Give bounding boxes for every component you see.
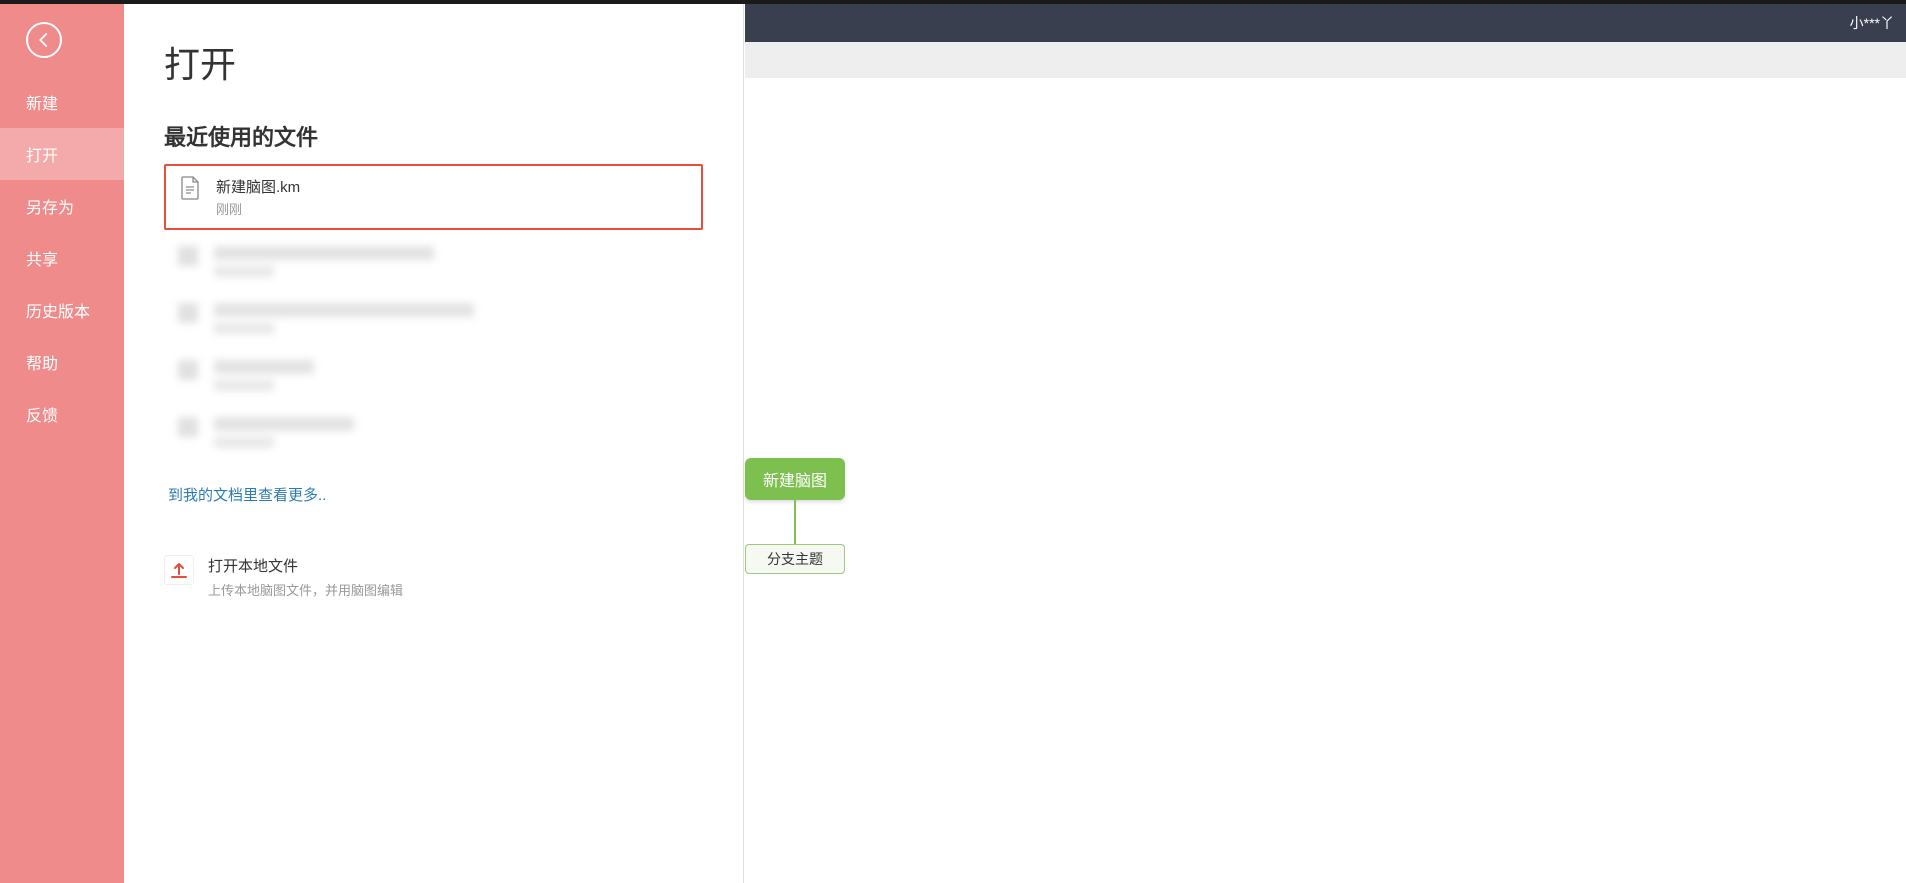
- open-local-file[interactable]: 打开本地文件 上传本地脑图文件，并用脑图编辑: [164, 555, 703, 599]
- file-name: 新建脑图.km: [216, 176, 300, 197]
- user-label[interactable]: 小***丫: [1850, 13, 1894, 33]
- document-icon: [178, 303, 198, 323]
- app-header: 小***丫: [745, 4, 1906, 42]
- mindmap-child-node[interactable]: 分支主题: [745, 544, 845, 574]
- file-menu-sidebar: 新建 打开 另存为 共享 历史版本 帮助 反馈: [0, 4, 124, 883]
- sidebar-item-history[interactable]: 历史版本: [0, 284, 124, 336]
- mindmap-root-node[interactable]: 新建脑图: [745, 458, 845, 500]
- open-panel: 打开 最近使用的文件 新建脑图.km 刚刚 到我的文档里查看更多..: [124, 4, 744, 883]
- open-local-title: 打开本地文件: [208, 555, 403, 576]
- sidebar-item-saveas[interactable]: 另存为: [0, 180, 124, 232]
- view-more-link[interactable]: 到我的文档里查看更多..: [168, 484, 326, 505]
- upload-icon: [164, 555, 194, 585]
- recent-file-item-redacted[interactable]: [164, 350, 703, 401]
- mindmap-canvas[interactable]: 新建脑图 分支主题: [745, 78, 1906, 883]
- recent-file-item-redacted[interactable]: [164, 236, 703, 287]
- recent-file-item-redacted[interactable]: [164, 407, 703, 458]
- sidebar-item-new[interactable]: 新建: [0, 76, 124, 128]
- arrow-left-icon: [35, 31, 53, 49]
- recent-file-item-redacted[interactable]: [164, 293, 703, 344]
- toolbar-placeholder: [745, 42, 1906, 78]
- recent-file-item[interactable]: 新建脑图.km 刚刚: [164, 164, 703, 230]
- panel-title: 打开: [164, 36, 703, 88]
- document-icon: [178, 246, 198, 266]
- file-time: 刚刚: [216, 199, 300, 218]
- sidebar-item-share[interactable]: 共享: [0, 232, 124, 284]
- document-icon: [178, 417, 198, 437]
- sidebar-item-open[interactable]: 打开: [0, 128, 124, 180]
- sidebar-item-feedback[interactable]: 反馈: [0, 388, 124, 440]
- open-local-desc: 上传本地脑图文件，并用脑图编辑: [208, 580, 403, 599]
- document-icon: [178, 360, 198, 380]
- sidebar-item-help[interactable]: 帮助: [0, 336, 124, 388]
- recent-files-heading: 最近使用的文件: [164, 120, 703, 152]
- mindmap-connector: [794, 500, 796, 544]
- back-button[interactable]: [26, 22, 62, 58]
- document-icon: [180, 176, 200, 200]
